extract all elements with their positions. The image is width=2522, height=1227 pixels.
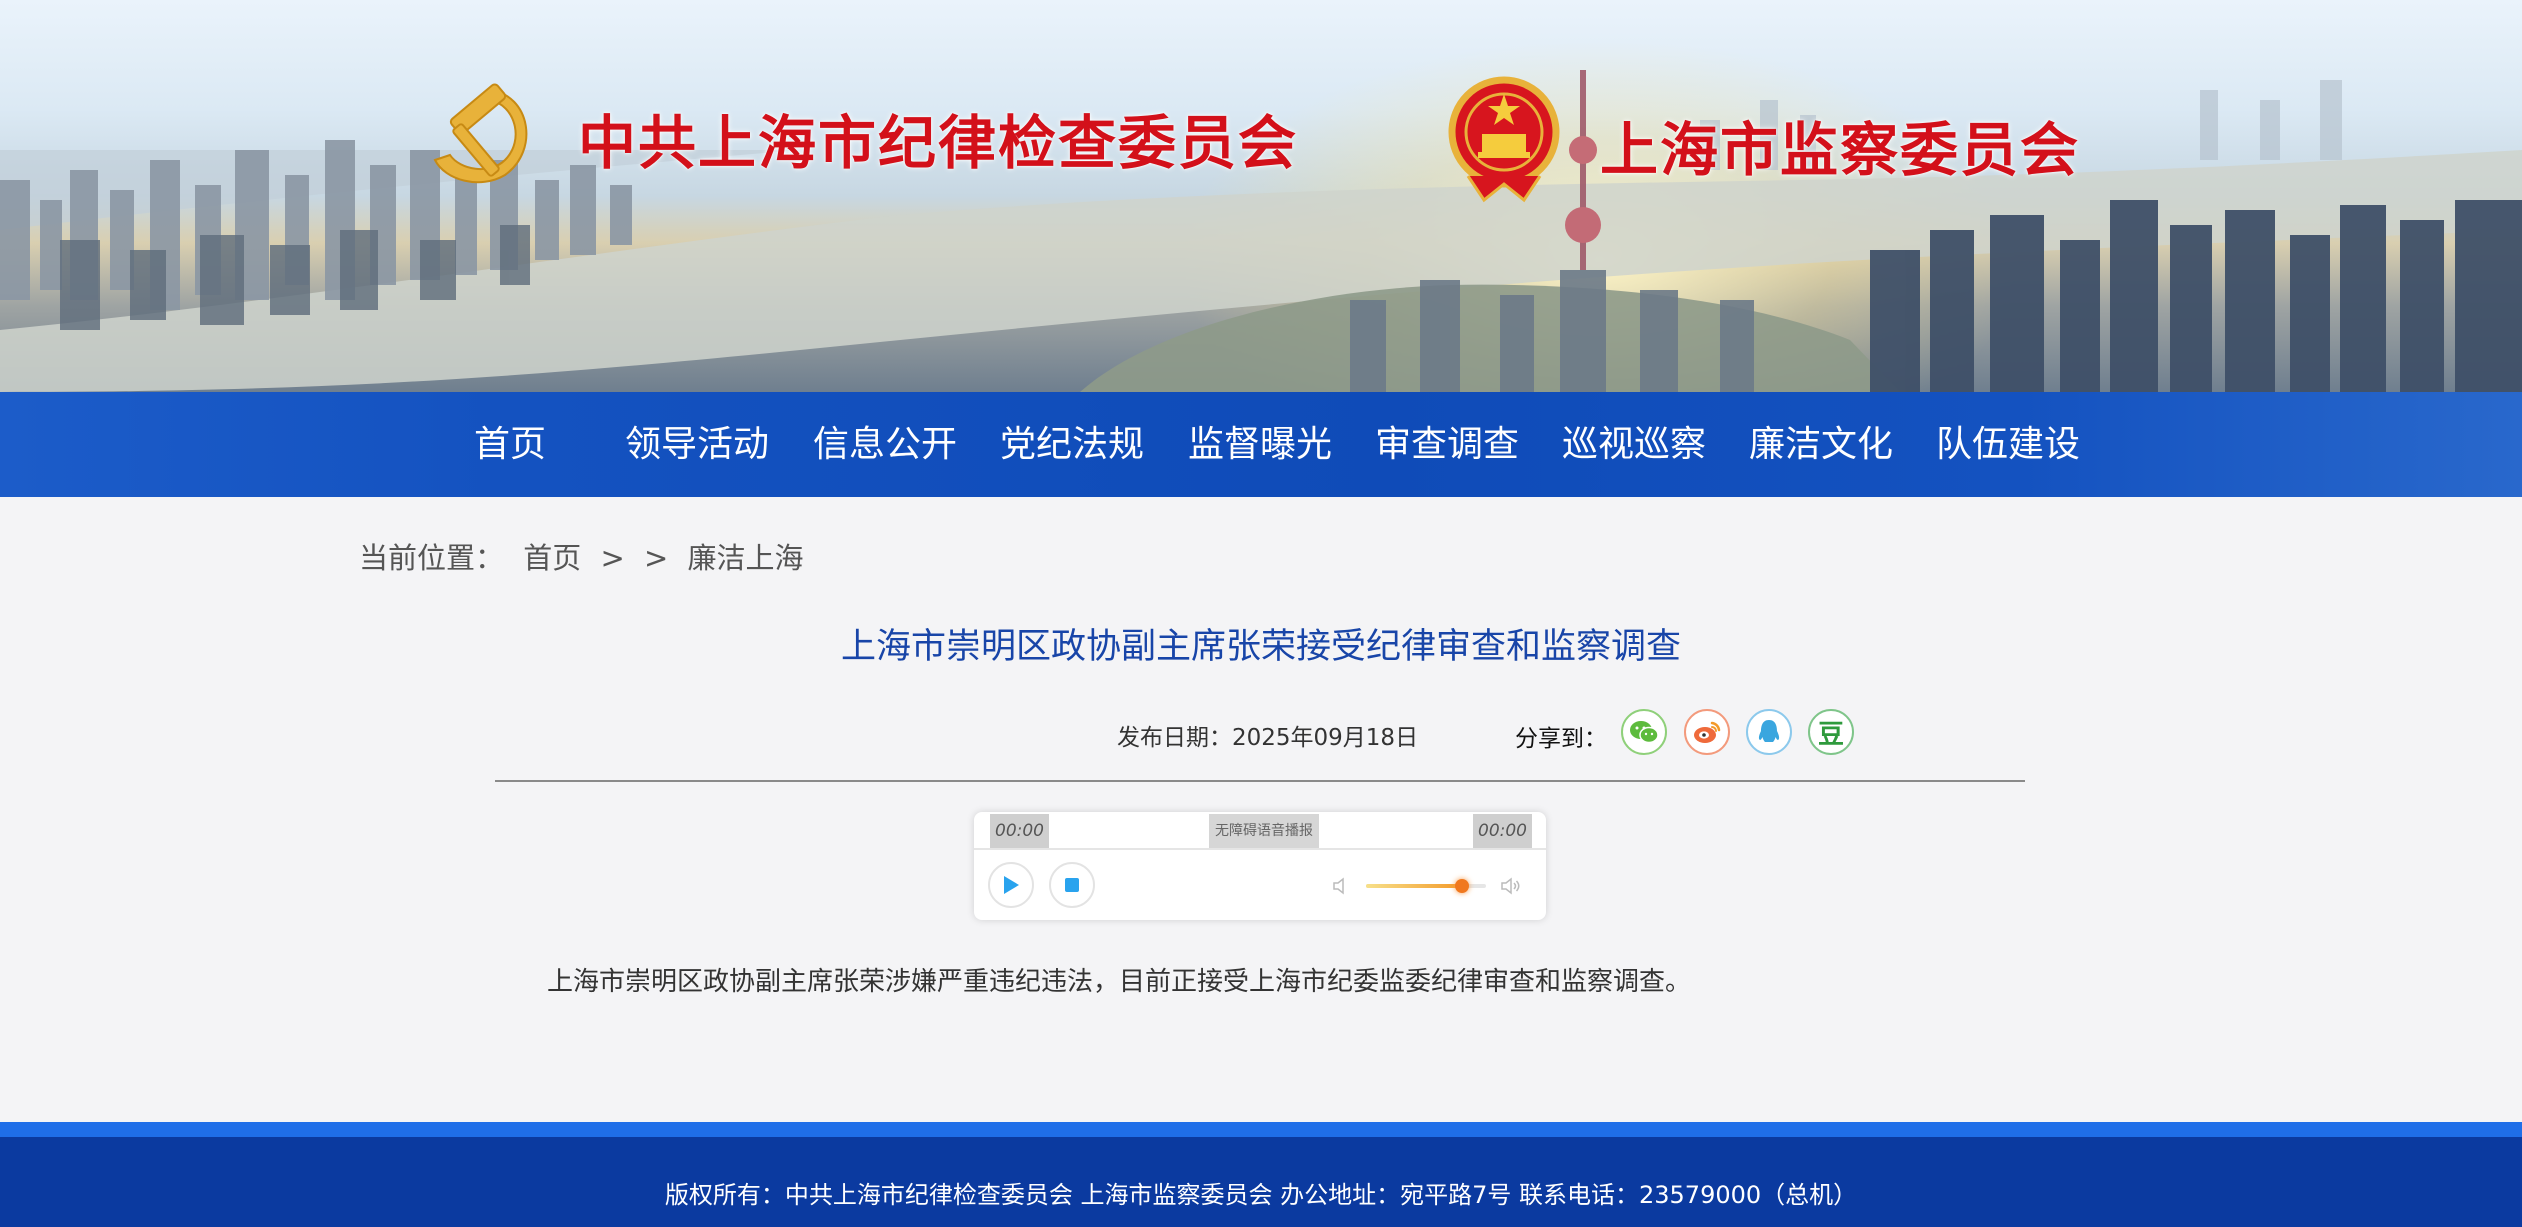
volume-knob[interactable] [1455, 879, 1469, 893]
main-nav: 首页 领导活动 信息公开 党纪法规 监督曝光 审查调查 巡视巡察 廉洁文化 队伍… [0, 392, 2522, 497]
nav-item-home[interactable]: 首页 [474, 392, 546, 497]
nav-item-leadership[interactable]: 领导活动 [625, 392, 769, 497]
cpc-discipline-commission-title: 中共上海市纪律检查委员会 [578, 109, 1299, 177]
nav-item-supervision-exposure[interactable]: 监督曝光 [1188, 392, 1332, 497]
breadcrumb-separator: > [600, 541, 625, 575]
play-icon [1004, 876, 1019, 894]
volume-fill [1366, 884, 1462, 888]
share-weibo-button[interactable] [1684, 709, 1730, 755]
progress-track[interactable] [974, 848, 1546, 850]
current-time: 00:00 [990, 814, 1049, 848]
article-body: 上海市崇明区政协副主席张荣涉嫌严重违纪违法，目前正接受上海市纪委监委纪律审查和监… [547, 967, 1692, 997]
share-label: 分享到： [1515, 726, 1607, 752]
breadcrumb-current-link[interactable]: 廉洁上海 [688, 541, 804, 575]
total-time: 00:00 [1473, 814, 1532, 848]
nav-item-investigation[interactable]: 审查调查 [1375, 392, 1519, 497]
share-douban-button[interactable]: 豆 [1808, 709, 1854, 755]
share-wechat-button[interactable] [1621, 709, 1667, 755]
stop-icon [1065, 878, 1079, 892]
nav-item-party-rules[interactable]: 党纪法规 [1000, 392, 1144, 497]
breadcrumb-home-link[interactable]: 首页 [523, 541, 581, 575]
douban-icon: 豆 [1817, 719, 1844, 750]
nav-item-inspection-tours[interactable]: 巡视巡察 [1562, 392, 1706, 497]
nav-item-info-disclosure[interactable]: 信息公开 [813, 392, 957, 497]
breadcrumb-separator: > [644, 541, 669, 575]
volume-slider[interactable] [1366, 879, 1486, 893]
share-qq-button[interactable] [1746, 709, 1792, 755]
player-caption: 无障碍语音播报 [1209, 814, 1319, 848]
volume-max-icon[interactable] [1499, 874, 1523, 898]
footer-copyright: 版权所有：中共上海市纪律检查委员会 上海市监察委员会 办公地址：宛平路7号 联系… [664, 1181, 1858, 1209]
city-skyline-image [0, 70, 2522, 392]
play-button[interactable] [988, 862, 1034, 908]
wechat-icon [1630, 721, 1659, 744]
stop-button[interactable] [1049, 862, 1095, 908]
audio-player: 00:00 无障碍语音播报 00:00 [974, 812, 1546, 920]
weibo-icon [1694, 721, 1721, 743]
footer: 版权所有：中共上海市纪律检查委员会 上海市监察委员会 办公地址：宛平路7号 联系… [0, 1137, 2522, 1227]
national-emblem-icon [1448, 76, 1560, 203]
article-title: 上海市崇明区政协副主席张荣接受纪律审查和监察调查 [840, 627, 1681, 667]
breadcrumb: 当前位置： 首页 > > 廉洁上海 [359, 535, 814, 577]
breadcrumb-prefix: 当前位置： [359, 541, 505, 575]
title-divider [495, 780, 2025, 782]
footer-accent-strip [0, 1122, 2522, 1137]
supervisory-commission-title: 上海市监察委员会 [1600, 116, 2081, 184]
publish-date: 发布日期：2025年09月18日 [1117, 725, 1419, 751]
nav-item-integrity-culture[interactable]: 廉洁文化 [1749, 392, 1893, 497]
party-emblem-icon [433, 83, 528, 184]
mute-icon[interactable] [1330, 874, 1354, 898]
qq-icon [1758, 720, 1780, 742]
nav-item-team-building[interactable]: 队伍建设 [1936, 392, 2080, 497]
header-banner: 中共上海市纪律检查委员会 上海市监察委员会 [0, 0, 2522, 392]
